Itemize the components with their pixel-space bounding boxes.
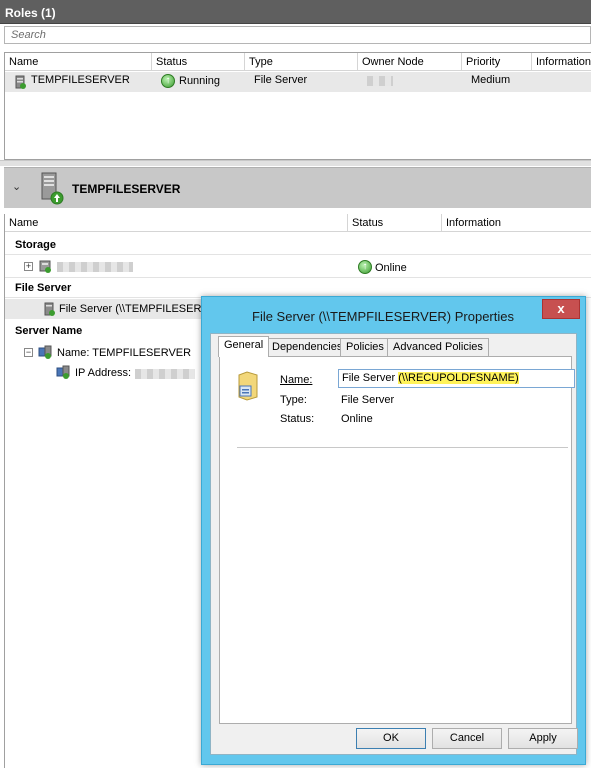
online-status-icon: ↑ <box>358 260 372 274</box>
file-server-section-label: File Server <box>15 282 72 294</box>
ok-button[interactable]: OK <box>356 728 426 749</box>
tab-advanced-policies[interactable]: Advanced Policies <box>387 338 489 356</box>
column-header-status[interactable]: Status <box>348 214 442 232</box>
column-header-information[interactable]: Information <box>442 214 591 232</box>
name-label: Name: <box>280 374 313 386</box>
row-divider <box>5 277 591 278</box>
column-header-type[interactable]: Type <box>245 53 358 71</box>
chevron-down-icon[interactable]: ⌄ <box>12 182 22 193</box>
collapse-icon[interactable]: − <box>24 348 33 357</box>
disk-icon <box>39 260 51 273</box>
general-tab-panel: Name: File Server (\\RECUPOLDFSNAME) Typ… <box>219 356 575 724</box>
row-divider <box>5 254 591 255</box>
roles-table: Name Status Type Owner Node Priority Inf… <box>4 52 591 160</box>
tab-dependencies[interactable]: Dependencies <box>266 338 349 356</box>
properties-dialog: File Server (\\TEMPFILESERVER) Propertie… <box>201 296 586 765</box>
storage-section-label: Storage <box>15 239 56 251</box>
dialog-titlebar[interactable]: File Server (\\TEMPFILESERVER) Propertie… <box>202 297 585 333</box>
ip-address-redacted <box>135 369 195 379</box>
network-name-icon <box>38 345 52 359</box>
dialog-body: General Dependencies Policies Advanced P… <box>210 333 578 755</box>
column-header-status[interactable]: Status <box>152 53 245 71</box>
role-type: File Server <box>254 74 308 86</box>
column-header-information[interactable]: Information <box>532 53 591 71</box>
cancel-button[interactable]: Cancel <box>432 728 502 749</box>
expand-icon[interactable]: + <box>24 262 33 271</box>
name-value-highlight: (\\RECUPOLDFSNAME) <box>398 372 519 384</box>
name-value-prefix: File Server <box>342 372 399 384</box>
detail-title: TEMPFILESERVER <box>72 182 181 196</box>
apply-button[interactable]: Apply <box>508 728 578 749</box>
file-server-folder-icon <box>238 371 258 401</box>
server-name-section-label: Server Name <box>15 325 83 337</box>
role-priority: Medium <box>471 74 511 86</box>
roles-header: Roles (1) <box>0 0 591 24</box>
status-label: Status: <box>280 413 315 425</box>
running-status-icon: ↑ <box>161 74 175 88</box>
ip-address-icon <box>56 365 70 379</box>
tab-policies[interactable]: Policies <box>340 338 390 356</box>
dialog-title: File Server (\\TEMPFILESERVER) Propertie… <box>252 309 514 324</box>
role-name: TEMPFILESERVER <box>31 74 130 86</box>
server-icon <box>41 172 64 205</box>
ip-address-label: IP Address: <box>75 367 132 379</box>
file-server-item: File Server (\\TEMPFILESERVE <box>59 303 216 315</box>
server-name-item: Name: TEMPFILESERVER <box>57 347 192 359</box>
type-value: File Server <box>341 394 395 406</box>
storage-status: Online <box>375 262 407 274</box>
panel-divider[interactable] <box>0 160 591 166</box>
owner-node-redacted <box>367 76 393 86</box>
file-server-icon <box>15 75 26 89</box>
file-server-icon <box>44 302 55 316</box>
column-header-priority[interactable]: Priority <box>462 53 532 71</box>
search-input[interactable]: Search <box>4 26 591 44</box>
tab-general[interactable]: General <box>218 336 270 357</box>
column-header-owner-node[interactable]: Owner Node <box>358 53 462 71</box>
name-input[interactable]: File Server (\\RECUPOLDFSNAME) <box>338 369 575 388</box>
separator-line <box>237 447 568 448</box>
role-status: Running <box>179 75 220 87</box>
column-header-name[interactable]: Name <box>5 214 348 232</box>
column-header-name[interactable]: Name <box>5 53 152 71</box>
type-label: Type: <box>280 394 307 406</box>
status-value: Online <box>341 413 373 425</box>
detail-header: ⌄ TEMPFILESERVER <box>4 167 591 208</box>
close-button[interactable]: x <box>542 299 580 319</box>
disk-name-redacted <box>57 262 133 272</box>
